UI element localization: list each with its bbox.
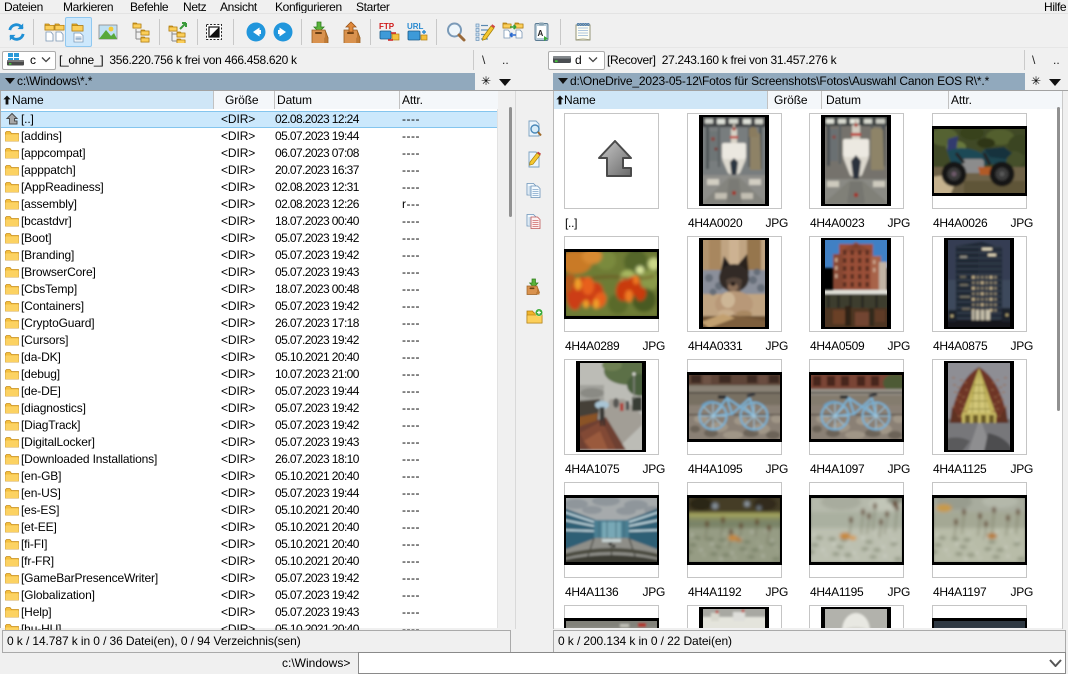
svg-text:URL: URL	[407, 22, 424, 31]
svg-text:FTP: FTP	[379, 22, 395, 31]
svg-text:A: A	[538, 29, 544, 38]
